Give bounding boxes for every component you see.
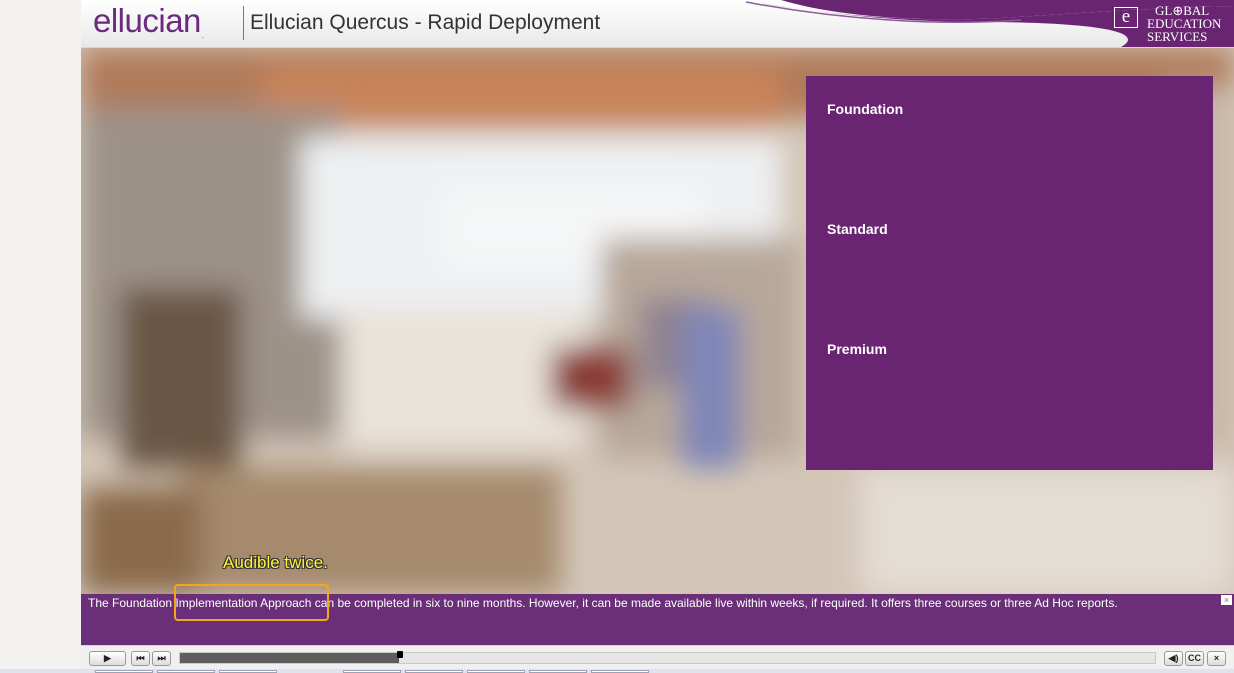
menu-item-premium[interactable]: Premium [827, 341, 887, 357]
ges-e-icon: e [1114, 7, 1138, 28]
close-player-button[interactable]: × [1207, 651, 1226, 666]
os-taskbar [0, 669, 1234, 673]
course-header: ellucian. Ellucian Quercus - Rapid Deplo… [81, 0, 1234, 48]
slide-stage: Foundation Standard Premium Audible twic… [81, 48, 1234, 594]
playback-controls: ▶ ⏮ ⏭ ◀) CC × [81, 645, 1234, 670]
ellucian-logo: ellucian. [93, 2, 204, 40]
next-button[interactable]: ⏭ [152, 651, 171, 666]
menu-item-foundation[interactable]: Foundation [827, 101, 903, 117]
header-divider [243, 6, 244, 40]
previous-button[interactable]: ⏮ [131, 651, 150, 666]
course-title: Ellucian Quercus - Rapid Deployment [250, 11, 601, 34]
play-button[interactable]: ▶ [89, 651, 126, 666]
caption-close-icon[interactable]: × [1221, 595, 1232, 605]
annotation-callout: Audible twice. [223, 553, 328, 572]
annotation-highlight-box [174, 584, 329, 621]
approach-menu-panel: Foundation Standard Premium [806, 76, 1213, 470]
progress-thumb[interactable] [397, 651, 403, 658]
progress-bar[interactable] [179, 652, 1156, 664]
course-player: ellucian. Ellucian Quercus - Rapid Deplo… [81, 0, 1234, 673]
progress-fill [180, 653, 399, 663]
menu-item-standard[interactable]: Standard [827, 221, 888, 237]
ges-logo-text: GL⊕BAL EDUCATION SERVICES [1147, 3, 1222, 44]
global-education-services-logo: e GL⊕BAL EDUCATION SERVICES [1111, 2, 1231, 44]
volume-icon[interactable]: ◀) [1164, 651, 1183, 666]
closed-captions-button[interactable]: CC [1185, 651, 1204, 666]
